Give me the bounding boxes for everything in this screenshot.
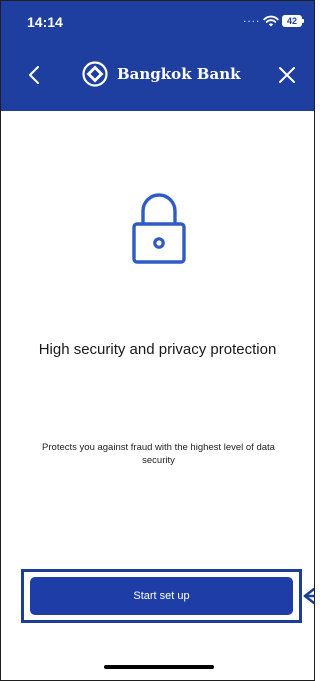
home-indicator[interactable] xyxy=(104,665,214,669)
app-screen: 14:14 .... 42 Bangkok Bank High security… xyxy=(0,0,315,681)
page-description: Protects you against fraud with the high… xyxy=(42,442,275,466)
status-time: 14:14 xyxy=(27,14,63,30)
signal-dots: .... xyxy=(243,11,261,25)
close-button[interactable] xyxy=(273,61,301,89)
battery-icon: 42 xyxy=(282,15,304,27)
pointer-arrow-icon xyxy=(303,587,314,605)
chevron-left-icon xyxy=(29,66,39,84)
page-title: High security and privacy protection xyxy=(38,341,277,358)
wifi-icon xyxy=(263,15,279,27)
status-bar: 14:14 .... 42 xyxy=(1,1,314,41)
back-button[interactable] xyxy=(21,61,49,89)
nav-bar: Bangkok Bank xyxy=(1,51,314,97)
close-icon xyxy=(279,67,295,83)
start-setup-button[interactable]: Start set up xyxy=(30,577,293,615)
brand-name: Bangkok Bank xyxy=(117,65,241,83)
bangkok-bank-logo-icon xyxy=(82,61,108,87)
lock-icon xyxy=(132,193,186,264)
app-header: 14:14 .... 42 Bangkok Bank xyxy=(1,1,314,111)
brand: Bangkok Bank xyxy=(81,57,241,91)
